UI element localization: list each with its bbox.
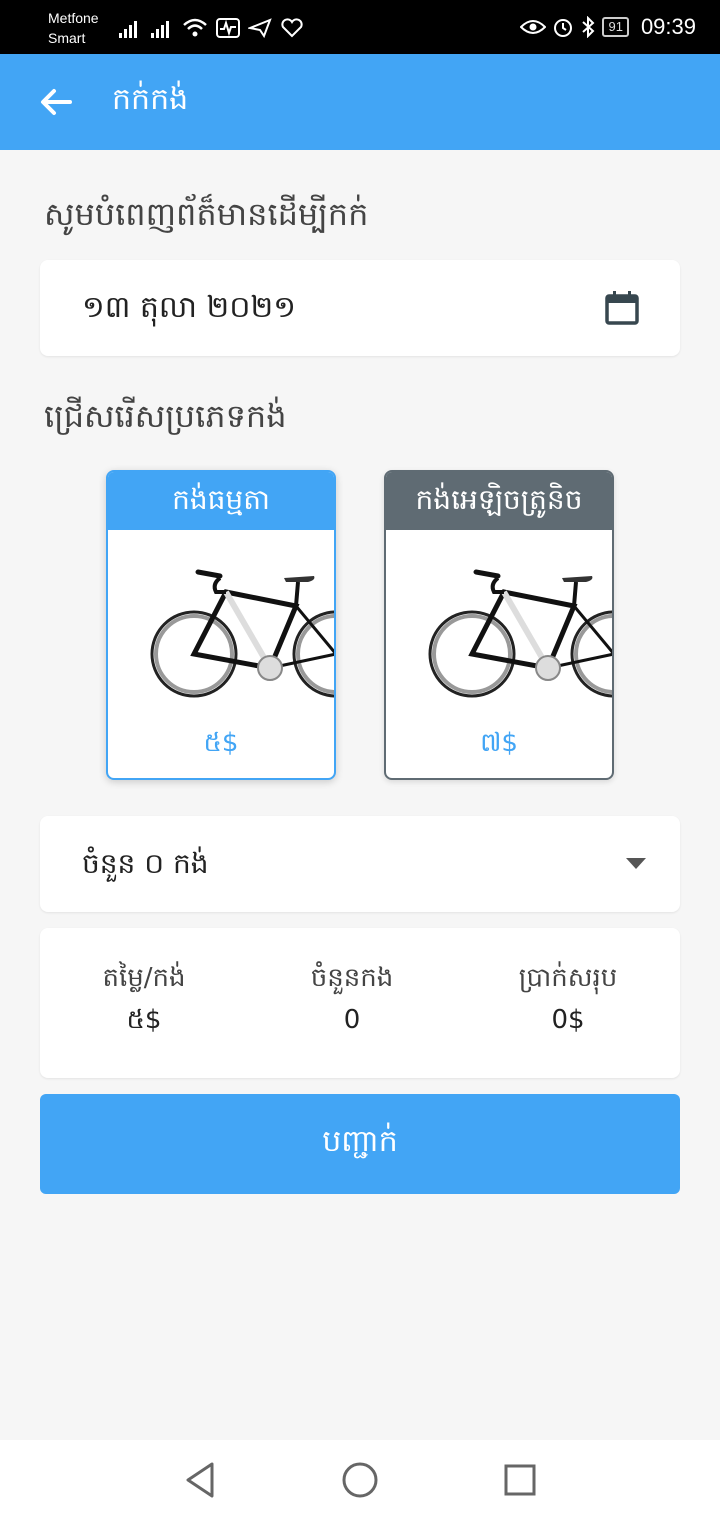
system-nav-bar — [0, 1440, 720, 1520]
bike-type-name: កង់ធម្មតា — [108, 472, 334, 530]
bike-count: ចំនួនកង 0 — [252, 958, 452, 1040]
app-bar: កក់កង់ — [0, 54, 720, 150]
carrier-name: Metfone — [48, 10, 99, 26]
alarm-icon — [554, 19, 573, 37]
signal-icon — [119, 21, 137, 38]
nav-back-icon[interactable] — [180, 1460, 220, 1500]
status-bar: Metfone Smart 91 09:39 — [0, 0, 720, 54]
fill-info-label: សូមបំពេញព័ត៏មានដើម្បីកក់ — [44, 195, 369, 233]
choose-type-label: ជ្រើសរើសប្រភេទកង់ — [44, 397, 287, 435]
dropdown-arrow-icon[interactable] — [626, 858, 646, 869]
signal-icon — [151, 21, 169, 38]
quantity-value: ចំនួន ០ កង់ — [82, 847, 209, 880]
send-icon — [248, 18, 272, 39]
activity-icon — [216, 18, 240, 38]
bike-count-label: ចំនួនកង — [310, 963, 394, 993]
page-title: កក់កង់ — [112, 82, 189, 117]
bluetooth-icon — [582, 16, 595, 38]
confirm-button[interactable]: បញ្ជាក់ — [40, 1094, 680, 1194]
carrier-subname: Smart — [48, 30, 86, 46]
bike-type-normal-card[interactable]: កង់ធម្មតា ៥$ — [106, 470, 336, 780]
back-arrow-icon[interactable] — [36, 82, 76, 122]
carrier-label: Metfone Smart — [48, 8, 99, 48]
total-label: ប្រាក់សរុប — [518, 963, 618, 993]
wifi-icon — [183, 18, 207, 37]
total-value: 0$ — [551, 1005, 585, 1035]
quantity-dropdown[interactable]: ចំនួន ០ កង់ — [40, 816, 680, 912]
date-picker[interactable]: ១៣ តុលា ២០២១ — [40, 260, 680, 356]
status-icons-left — [118, 14, 304, 42]
status-icons-right: 91 09:39 — [520, 12, 696, 42]
total-amount: ប្រាក់សរុប 0$ — [468, 958, 668, 1040]
bike-type-price: ៧$ — [480, 728, 518, 758]
price-per-bike-label: តម្លៃ/កង់ — [102, 963, 186, 993]
bicycle-image — [428, 569, 612, 698]
price-per-bike-value: ៥$ — [126, 1005, 162, 1035]
price-per-bike: តម្លៃ/កង់ ៥$ — [44, 958, 244, 1040]
bike-type-price: ៥$ — [203, 728, 239, 758]
bike-count-value: 0 — [343, 1005, 361, 1035]
calendar-icon[interactable] — [604, 290, 640, 326]
battery-indicator: 91 — [602, 17, 629, 37]
nav-home-icon[interactable] — [340, 1460, 380, 1500]
bike-type-name: កង់អេឡិចត្រូនិច — [386, 472, 612, 530]
summary-card: តម្លៃ/កង់ ៥$ ចំនួនកង 0 ប្រាក់សរុប 0$ — [40, 928, 680, 1078]
heart-icon — [281, 18, 303, 38]
date-value: ១៣ តុលា ២០២១ — [82, 290, 296, 325]
bike-type-electric-card[interactable]: កង់អេឡិចត្រូនិច ៧$ — [384, 470, 614, 780]
nav-recents-icon[interactable] — [500, 1460, 540, 1500]
bicycle-image — [150, 569, 334, 698]
eye-icon — [520, 20, 547, 34]
clock: 09:39 — [640, 14, 696, 39]
